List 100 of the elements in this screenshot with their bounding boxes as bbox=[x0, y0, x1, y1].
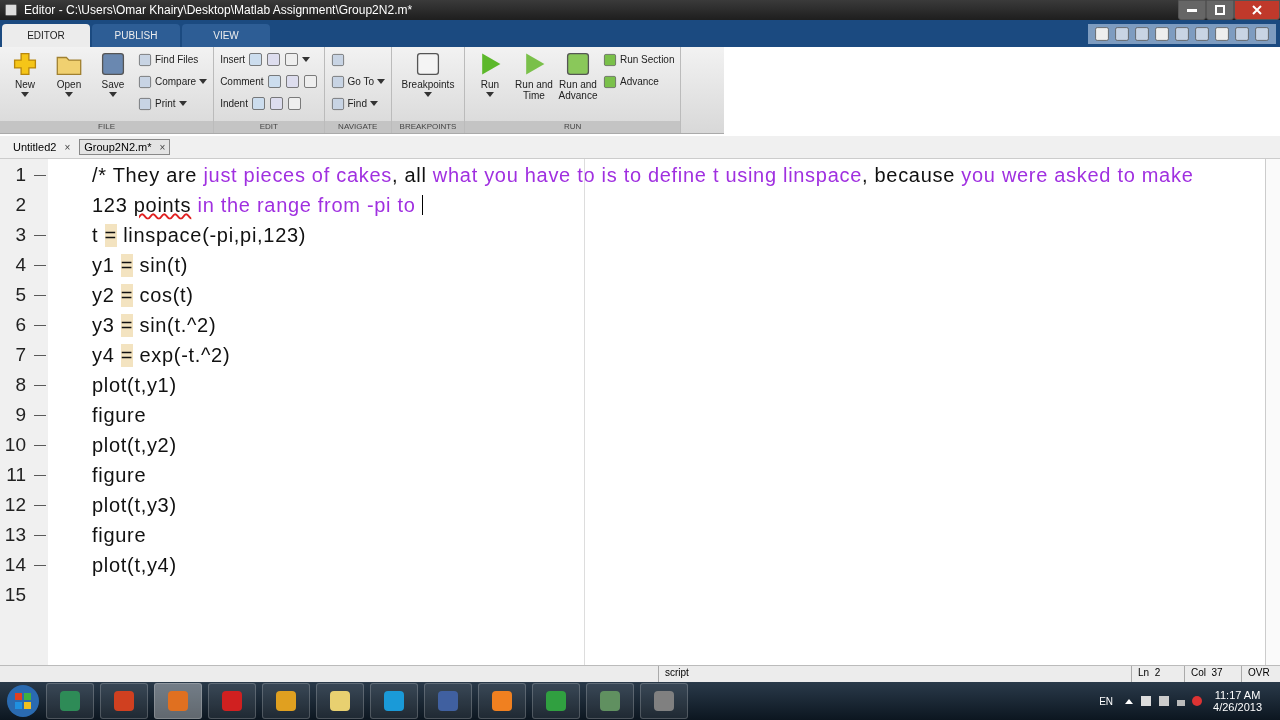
group-title: NAVIGATE bbox=[324, 121, 391, 133]
ribbon-button[interactable]: Open bbox=[50, 51, 88, 121]
ribbon-tab[interactable]: PUBLISH bbox=[92, 24, 180, 47]
code-text: , because bbox=[862, 163, 956, 187]
scrollbar[interactable] bbox=[1265, 159, 1280, 665]
ribbon-button[interactable]: Breakpoints bbox=[398, 51, 458, 121]
ribbon-button[interactable]: Comment bbox=[220, 73, 318, 90]
line-number: 12 bbox=[3, 494, 26, 516]
ribbon-button[interactable]: Find bbox=[330, 95, 385, 112]
run-advance-icon bbox=[565, 51, 591, 77]
ribbon-button[interactable]: Go To bbox=[330, 73, 385, 90]
minimize-button[interactable] bbox=[1178, 0, 1206, 20]
minimize-icon bbox=[1187, 8, 1197, 12]
small-icon bbox=[138, 96, 152, 111]
start-icon[interactable] bbox=[6, 684, 40, 718]
ribbon-tab[interactable]: VIEW bbox=[182, 24, 270, 47]
breakpoints-icon bbox=[415, 51, 441, 77]
taskbar-app[interactable] bbox=[262, 683, 310, 719]
ribbon-button[interactable]: Run and Advance bbox=[559, 51, 597, 121]
code-text: figure bbox=[92, 463, 147, 487]
ribbon-button[interactable]: Print bbox=[138, 95, 208, 112]
line-marker: — bbox=[34, 348, 46, 362]
comment-text: in the range from -pi to bbox=[196, 193, 417, 217]
taskbar-app[interactable] bbox=[532, 683, 580, 719]
line-number: 9 bbox=[14, 404, 26, 426]
ribbon-button[interactable]: Run and Time bbox=[515, 51, 553, 121]
document-tab[interactable]: Group2N2.m* × bbox=[79, 139, 171, 155]
line-marker: — bbox=[34, 498, 46, 512]
window-title: Editor - C:\Users\Omar Khairy\Desktop\Matlab Assignment\Group2N2.m* bbox=[24, 3, 413, 17]
ribbon-button[interactable]: New bbox=[6, 51, 44, 121]
line-number: 11 bbox=[5, 464, 26, 486]
clock-time: 11:17 AM bbox=[1214, 689, 1261, 701]
line-number: 10 bbox=[3, 434, 26, 456]
code-text: figure bbox=[92, 523, 147, 547]
ribbon-button[interactable]: Run bbox=[471, 51, 509, 121]
ribbon-button[interactable]: Insert bbox=[220, 51, 318, 68]
line-marker: — bbox=[34, 378, 46, 392]
toolbar-icon bbox=[1114, 25, 1130, 42]
group-title: EDIT bbox=[214, 121, 324, 133]
line-marker: — bbox=[34, 288, 46, 302]
line-marker: — bbox=[34, 258, 46, 272]
code-text: y2 bbox=[92, 283, 116, 307]
tray-icons[interactable] bbox=[1123, 694, 1204, 708]
close-icon bbox=[1252, 5, 1262, 15]
line-number: 7 bbox=[14, 344, 26, 366]
line-marker: — bbox=[34, 168, 46, 182]
edit-icon bbox=[284, 74, 300, 89]
line-number: 2 bbox=[14, 194, 26, 216]
code-text: y3 bbox=[92, 313, 116, 337]
comment-text: just pieces of cakes bbox=[203, 163, 392, 187]
group-title: RUN bbox=[465, 121, 681, 133]
ribbon-button[interactable]: Save bbox=[94, 51, 132, 121]
close-icon[interactable]: × bbox=[64, 141, 71, 153]
taskbar-app[interactable] bbox=[370, 683, 418, 719]
code-text: = bbox=[104, 223, 117, 247]
comment-text: to define t using linspace bbox=[623, 163, 862, 187]
small-icon bbox=[603, 52, 617, 67]
ribbon-button[interactable]: Run Section bbox=[603, 51, 675, 68]
ribbon-button[interactable]: Compare bbox=[138, 73, 208, 90]
taskbar-app[interactable] bbox=[316, 683, 364, 719]
taskbar-app[interactable] bbox=[586, 683, 634, 719]
ribbon-button[interactable]: Find Files bbox=[138, 51, 208, 68]
toolbar-icon bbox=[1094, 25, 1110, 42]
edit-icon bbox=[248, 52, 264, 67]
toolbar-icon bbox=[1134, 25, 1150, 42]
code-text: cos(t) bbox=[138, 283, 194, 307]
toolbar-icon bbox=[1194, 25, 1210, 42]
ribbon-tab[interactable]: EDITOR bbox=[2, 24, 90, 47]
close-button[interactable] bbox=[1234, 0, 1280, 20]
line-number: 14 bbox=[3, 554, 26, 576]
code-text: sin(t) bbox=[138, 253, 189, 277]
language-indicator[interactable]: EN bbox=[1099, 695, 1114, 707]
line-number: 6 bbox=[14, 314, 26, 336]
code-text: plot(t,y4) bbox=[92, 553, 177, 577]
taskbar-app[interactable] bbox=[478, 683, 526, 719]
document-tab[interactable]: Untitled2 × bbox=[8, 139, 76, 155]
edit-icon bbox=[266, 52, 282, 67]
line-number: 3 bbox=[14, 224, 26, 246]
clock-date: 4/26/2013 bbox=[1213, 701, 1262, 713]
ribbon-button[interactable]: Indent bbox=[220, 95, 318, 112]
group-title: FILE bbox=[0, 121, 214, 133]
line-marker: — bbox=[34, 318, 46, 332]
small-icon bbox=[330, 96, 345, 111]
edit-icon bbox=[268, 96, 284, 111]
maximize-button[interactable] bbox=[1206, 0, 1234, 20]
code-text: plot(t,y1) bbox=[92, 373, 177, 397]
toolbar-icon bbox=[1174, 25, 1190, 42]
line-number: 8 bbox=[14, 374, 26, 396]
small-icon bbox=[138, 52, 152, 67]
code-text: sin(t.^2) bbox=[138, 313, 217, 337]
line-number: 15 bbox=[3, 584, 26, 606]
toolbar-icon bbox=[1254, 25, 1270, 42]
code-text: exp(-t.^2) bbox=[138, 343, 231, 367]
edit-icon bbox=[302, 74, 318, 89]
small-icon bbox=[138, 74, 152, 89]
toolbar-icon bbox=[1234, 25, 1250, 42]
edit-icon bbox=[286, 96, 302, 111]
code-text: figure bbox=[92, 403, 147, 427]
ribbon-button[interactable]: Advance bbox=[603, 73, 675, 90]
close-icon[interactable]: × bbox=[159, 141, 166, 153]
